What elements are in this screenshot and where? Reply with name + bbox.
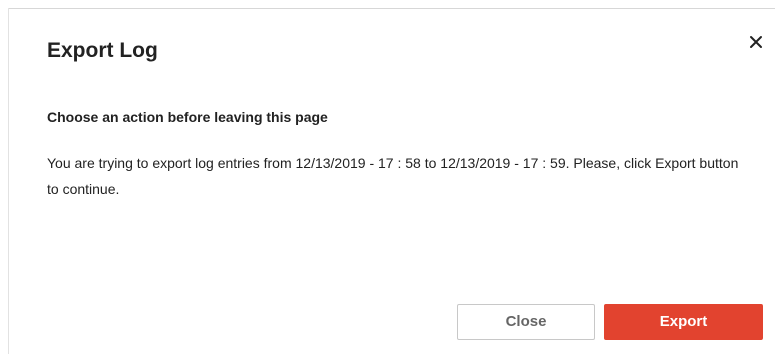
dialog-subheading: Choose an action before leaving this pag… [47, 109, 328, 125]
close-icon[interactable] [749, 35, 763, 49]
close-button[interactable]: Close [457, 304, 595, 340]
export-log-dialog: Export Log Choose an action before leavi… [9, 9, 775, 354]
dialog-message: You are trying to export log entries fro… [47, 155, 739, 197]
page: Export Log Choose an action before leavi… [0, 0, 775, 354]
dialog-title: Export Log [47, 39, 158, 62]
export-button[interactable]: Export [604, 304, 763, 340]
